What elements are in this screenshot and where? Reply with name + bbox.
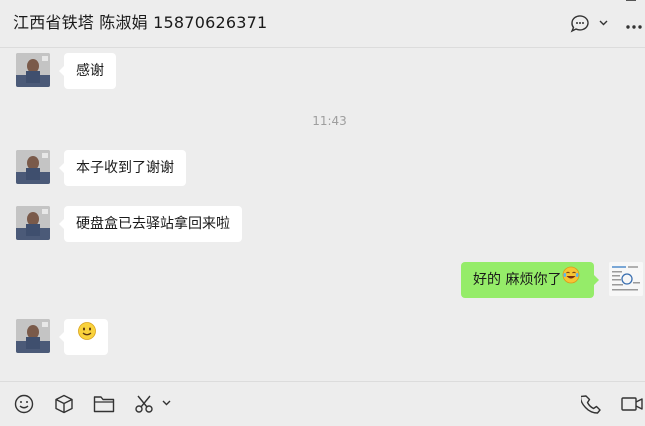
avatar-image <box>16 53 50 87</box>
send-file-button[interactable] <box>93 394 115 418</box>
avatar-image <box>16 206 50 240</box>
chat-history-button[interactable] <box>569 14 611 34</box>
more-dots-icon <box>626 25 642 29</box>
emoji-button[interactable] <box>14 394 34 418</box>
more-button[interactable] <box>624 14 644 34</box>
message-bubble[interactable]: 感谢 <box>59 53 116 89</box>
message-bubble[interactable]: 硬盘盒已去驿站拿回来啦 <box>59 206 242 242</box>
laughing-tears-emoji-icon <box>562 262 580 298</box>
smile-emoji-icon <box>77 319 97 355</box>
folder-icon <box>93 396 115 413</box>
scissors-icon <box>135 395 171 413</box>
contact-avatar[interactable] <box>16 319 50 353</box>
emoji-icon <box>14 394 34 414</box>
chat-header: 江西省铁塔 陈淑娟 15870626371 <box>0 0 645 48</box>
self-avatar[interactable] <box>609 262 643 296</box>
video-call-button[interactable] <box>620 394 644 418</box>
video-icon <box>621 397 643 411</box>
avatar-image <box>16 150 50 184</box>
contact-avatar[interactable] <box>16 53 50 87</box>
self-message-bubble[interactable]: 好的 麻烦你了 <box>461 262 599 298</box>
voice-call-button[interactable] <box>579 394 603 420</box>
package-icon <box>55 394 73 414</box>
window-edge-line <box>626 0 636 4</box>
message-timestamp: 11:43 <box>312 114 347 128</box>
input-toolbar <box>0 381 645 426</box>
favorites-button[interactable] <box>54 394 74 418</box>
chat-window: 江西省铁塔 陈淑娟 15870626371 感谢 11:43 本子收到了谢谢 硬… <box>0 0 645 426</box>
phone-icon <box>579 395 601 414</box>
chat-bubble-icon <box>570 15 608 33</box>
avatar-image <box>609 262 643 296</box>
message-text: 好的 麻烦你了 <box>473 272 562 288</box>
chat-title: 江西省铁塔 陈淑娟 15870626371 <box>13 13 268 32</box>
message-bubble[interactable]: 本子收到了谢谢 <box>59 150 186 186</box>
contact-avatar[interactable] <box>16 150 50 184</box>
emoji-message-bubble[interactable] <box>59 319 108 355</box>
screenshot-button[interactable] <box>134 394 176 418</box>
avatar-image <box>16 319 50 353</box>
contact-avatar[interactable] <box>16 206 50 240</box>
